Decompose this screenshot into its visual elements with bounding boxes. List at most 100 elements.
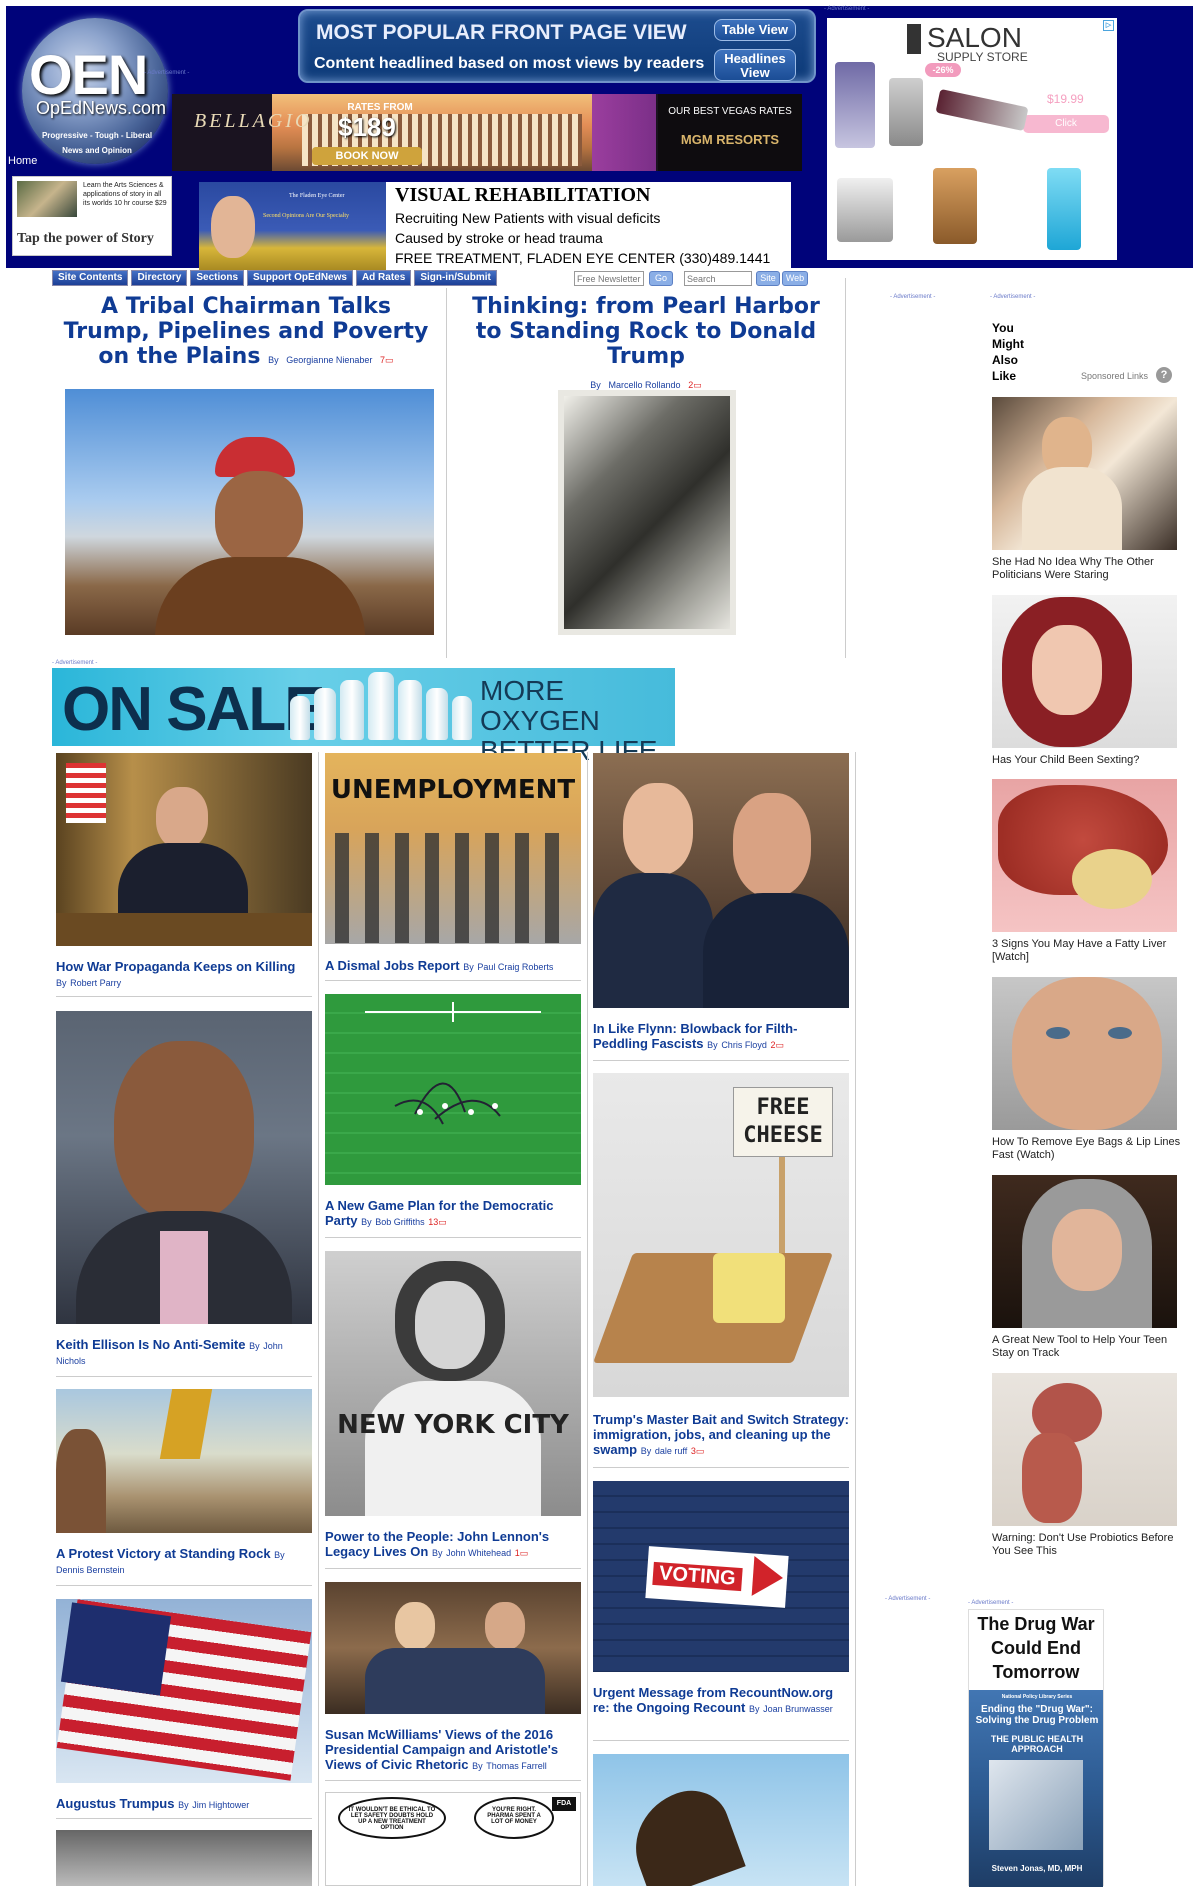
featured-article-1[interactable]: A Tribal Chairman Talks Trump, Pipelines… <box>56 294 436 369</box>
sidebar-item-caption[interactable]: Warning: Don't Use Probiotics Before You… <box>992 1532 1182 1558</box>
comment-count[interactable]: 13 <box>428 1217 438 1227</box>
sidebar-item-caption[interactable]: 3 Signs You May Have a Fatty Liver [Watc… <box>992 938 1182 964</box>
article-card[interactable]: A New Game Plan for the Democratic Party… <box>325 1198 581 1228</box>
sidebar-item-caption[interactable]: How To Remove Eye Bags & Lip Lines Fast … <box>992 1136 1182 1162</box>
nav-ad-rates[interactable]: Ad Rates <box>355 270 412 286</box>
article-image[interactable] <box>325 1582 581 1714</box>
divider <box>325 1780 581 1781</box>
sidebar-item-image[interactable] <box>992 397 1177 550</box>
article-image[interactable]: NEW YORK CITY <box>325 1251 581 1516</box>
face-shape <box>415 1281 485 1369</box>
sidebar-item-caption[interactable]: Has Your Child Been Sexting? <box>992 754 1182 767</box>
article-image[interactable] <box>56 1011 312 1324</box>
newsletter-go-button[interactable]: Go <box>649 271 673 286</box>
sidebar-item-image[interactable] <box>992 1175 1177 1328</box>
face-shape <box>623 783 693 875</box>
byline-author[interactable]: Thomas Farrell <box>486 1761 547 1771</box>
sidebar-item-caption[interactable]: She Had No Idea Why The Other Politician… <box>992 556 1182 582</box>
article-image[interactable] <box>593 1754 849 1886</box>
article-card[interactable]: In Like Flynn: Blowback for Filth-Peddli… <box>593 1021 849 1051</box>
nav-site-contents[interactable]: Site Contents <box>52 270 129 286</box>
table-view-button[interactable]: Table View <box>714 19 796 41</box>
article-title[interactable]: How War Propaganda Keeps on Killing <box>56 959 295 974</box>
featured-image-2[interactable] <box>558 390 736 635</box>
byline-author[interactable]: Marcello Rollando <box>608 380 680 390</box>
article-card[interactable]: Augustus Trumpus By Jim Hightower <box>56 1796 312 1811</box>
headlines-view-button[interactable]: Headlines View <box>714 49 796 81</box>
sidebar-item-image[interactable] <box>992 1373 1177 1526</box>
byline-prefix: By <box>590 380 601 390</box>
featured-article-2[interactable]: Thinking: from Pearl Harbor to Standing … <box>456 294 836 394</box>
nav-sign-in[interactable]: Sign-in/Submit <box>414 270 497 286</box>
byline-author[interactable]: Paul Craig Roberts <box>477 962 553 972</box>
byline-author[interactable]: Jim Hightower <box>192 1800 249 1810</box>
article-card[interactable]: Power to the People: John Lennon's Legac… <box>325 1529 581 1559</box>
byline-author[interactable]: dale ruff <box>655 1446 687 1456</box>
byline-author[interactable]: Chris Floyd <box>721 1040 767 1050</box>
bodies-shape <box>365 1648 545 1714</box>
salon-ad[interactable]: SALON SUPPLY STORE -26% $19.99 Click ▷ <box>827 18 1117 260</box>
byline-prefix: By <box>361 1217 372 1227</box>
drug-war-book-ad[interactable]: The Drug War Could End Tomorrow National… <box>968 1609 1104 1887</box>
adchoices-icon[interactable]: ▷ <box>1103 20 1114 31</box>
nav-directory[interactable]: Directory <box>131 270 188 286</box>
article-image[interactable] <box>56 1599 312 1783</box>
face-shape <box>395 1602 435 1650</box>
article-title[interactable]: A Dismal Jobs Report <box>325 958 460 973</box>
sidebar-item-image[interactable] <box>992 977 1177 1130</box>
byline-author[interactable]: Robert Parry <box>70 978 121 988</box>
nav-sections[interactable]: Sections <box>190 270 245 286</box>
byline-author[interactable]: Georgianne Nienaber <box>286 355 372 365</box>
book-now-button[interactable]: BOOK NOW <box>312 147 422 165</box>
article-card[interactable]: How War Propaganda Keeps on Killing By R… <box>56 959 312 989</box>
site-logo[interactable]: OEN OpEdNews.com Progressive - Tough - L… <box>12 12 172 167</box>
featured-title[interactable]: A Tribal Chairman Talks Trump, Pipelines… <box>64 294 429 369</box>
sponsored-label[interactable]: Sponsored Links <box>1081 371 1148 381</box>
article-card[interactable]: A Dismal Jobs Report By Paul Craig Rober… <box>325 958 581 973</box>
bellagio-ad[interactable]: BELLAGIO RATES FROM $189 BOOK NOW OUR BE… <box>172 94 802 171</box>
article-title[interactable]: A Protest Victory at Standing Rock <box>56 1546 271 1561</box>
byline-author[interactable]: John Whitehead <box>446 1548 511 1558</box>
article-image[interactable] <box>593 753 849 1008</box>
oxygen-water-ad[interactable]: ON SALE MORE OXYGEN BETTER LIFE <box>52 668 675 766</box>
sidebar-item-image[interactable] <box>992 779 1177 932</box>
featured-image-1[interactable] <box>65 389 434 635</box>
article-title[interactable]: In Like Flynn: Blowback for Filth-Peddli… <box>593 1021 797 1051</box>
article-image[interactable]: FREE CHEESE <box>593 1073 849 1397</box>
byline-author[interactable]: Joan Brunwasser <box>763 1704 833 1714</box>
article-card[interactable]: Susan McWilliams' Views of the 2016 Pres… <box>325 1727 581 1772</box>
article-image[interactable] <box>325 994 581 1185</box>
product-image <box>835 62 875 148</box>
sidebar-item-caption[interactable]: A Great New Tool to Help Your Teen Stay … <box>992 1334 1182 1360</box>
article-card[interactable]: Urgent Message from RecountNow.org re: t… <box>593 1685 849 1715</box>
byline-author[interactable]: Bob Griffiths <box>375 1217 424 1227</box>
salon-click-button[interactable]: Click <box>1023 115 1109 133</box>
article-title[interactable]: Keith Ellison Is No Anti-Semite <box>56 1337 245 1352</box>
home-link[interactable]: Home <box>8 155 37 167</box>
cartoon-image[interactable]: IT WOULDN'T BE ETHICAL TO LET SAFETY DOU… <box>325 1792 581 1886</box>
byline-prefix: By <box>56 978 67 988</box>
search-input[interactable] <box>684 271 752 286</box>
help-icon[interactable]: ? <box>1156 367 1172 383</box>
article-card[interactable]: Trump's Master Bait and Switch Strategy:… <box>593 1412 849 1457</box>
article-image[interactable] <box>56 1389 312 1533</box>
article-card[interactable]: A Protest Victory at Standing Rock By De… <box>56 1546 312 1576</box>
newsletter-input[interactable] <box>574 271 644 286</box>
article-image[interactable]: VOTING <box>593 1481 849 1672</box>
tap-story-ad[interactable]: Learn the Arts Sciences & applications o… <box>12 176 172 256</box>
suit-shape <box>118 843 248 923</box>
search-web-button[interactable]: Web <box>782 271 808 286</box>
article-card[interactable]: Keith Ellison Is No Anti-Semite By John … <box>56 1337 312 1367</box>
popular-banner[interactable]: MOST POPULAR FRONT PAGE VIEW Content hea… <box>298 9 816 83</box>
article-image[interactable]: UNEMPLOYMENT <box>325 753 581 944</box>
featured-title[interactable]: Thinking: from Pearl Harbor to Standing … <box>472 294 820 369</box>
article-image[interactable] <box>56 1830 312 1886</box>
visual-rehab-ad[interactable]: The Fladen Eye Center Second Opinions Ar… <box>199 182 791 270</box>
nav-support[interactable]: Support OpEdNews <box>247 270 353 286</box>
article-title[interactable]: Trump's Master Bait and Switch Strategy:… <box>593 1412 849 1457</box>
sidebar-item-image[interactable] <box>992 595 1177 748</box>
article-image[interactable] <box>56 753 312 946</box>
search-site-button[interactable]: Site <box>756 271 780 286</box>
article-title[interactable]: Augustus Trumpus <box>56 1796 174 1811</box>
byline-author[interactable]: Dennis Bernstein <box>56 1565 125 1575</box>
